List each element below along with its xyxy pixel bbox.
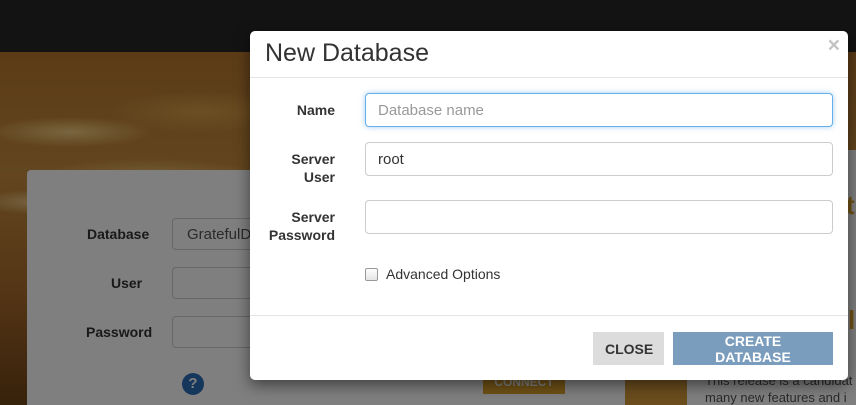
name-label-text: Name: [296, 102, 335, 118]
server-password-input[interactable]: [365, 200, 833, 234]
dialog-footer: CLOSE CREATE DATABASE: [250, 315, 848, 381]
advanced-options-label[interactable]: Advanced Options: [386, 266, 500, 282]
create-database-button[interactable]: CREATE DATABASE: [673, 332, 833, 365]
dialog-header: New Database ×: [250, 31, 848, 78]
server-user-label: Server User: [205, 150, 335, 186]
server-user-label-line2: User: [303, 169, 335, 185]
name-label: Name: [205, 101, 335, 119]
dialog-title: New Database: [265, 39, 429, 67]
advanced-options-checkbox[interactable]: [365, 267, 378, 281]
close-icon[interactable]: ×: [828, 35, 840, 56]
server-password-label-line1: Server: [291, 209, 335, 225]
advanced-options-row[interactable]: Advanced Options: [365, 266, 500, 282]
database-name-input[interactable]: [365, 93, 833, 127]
close-button[interactable]: CLOSE: [593, 332, 664, 365]
server-password-label: Server Password: [205, 208, 335, 244]
server-user-label-line1: Server: [291, 151, 335, 167]
new-database-dialog: New Database × Name Server User Server P…: [250, 31, 848, 380]
server-user-input[interactable]: [365, 142, 833, 176]
server-password-label-line2: Password: [268, 227, 335, 243]
